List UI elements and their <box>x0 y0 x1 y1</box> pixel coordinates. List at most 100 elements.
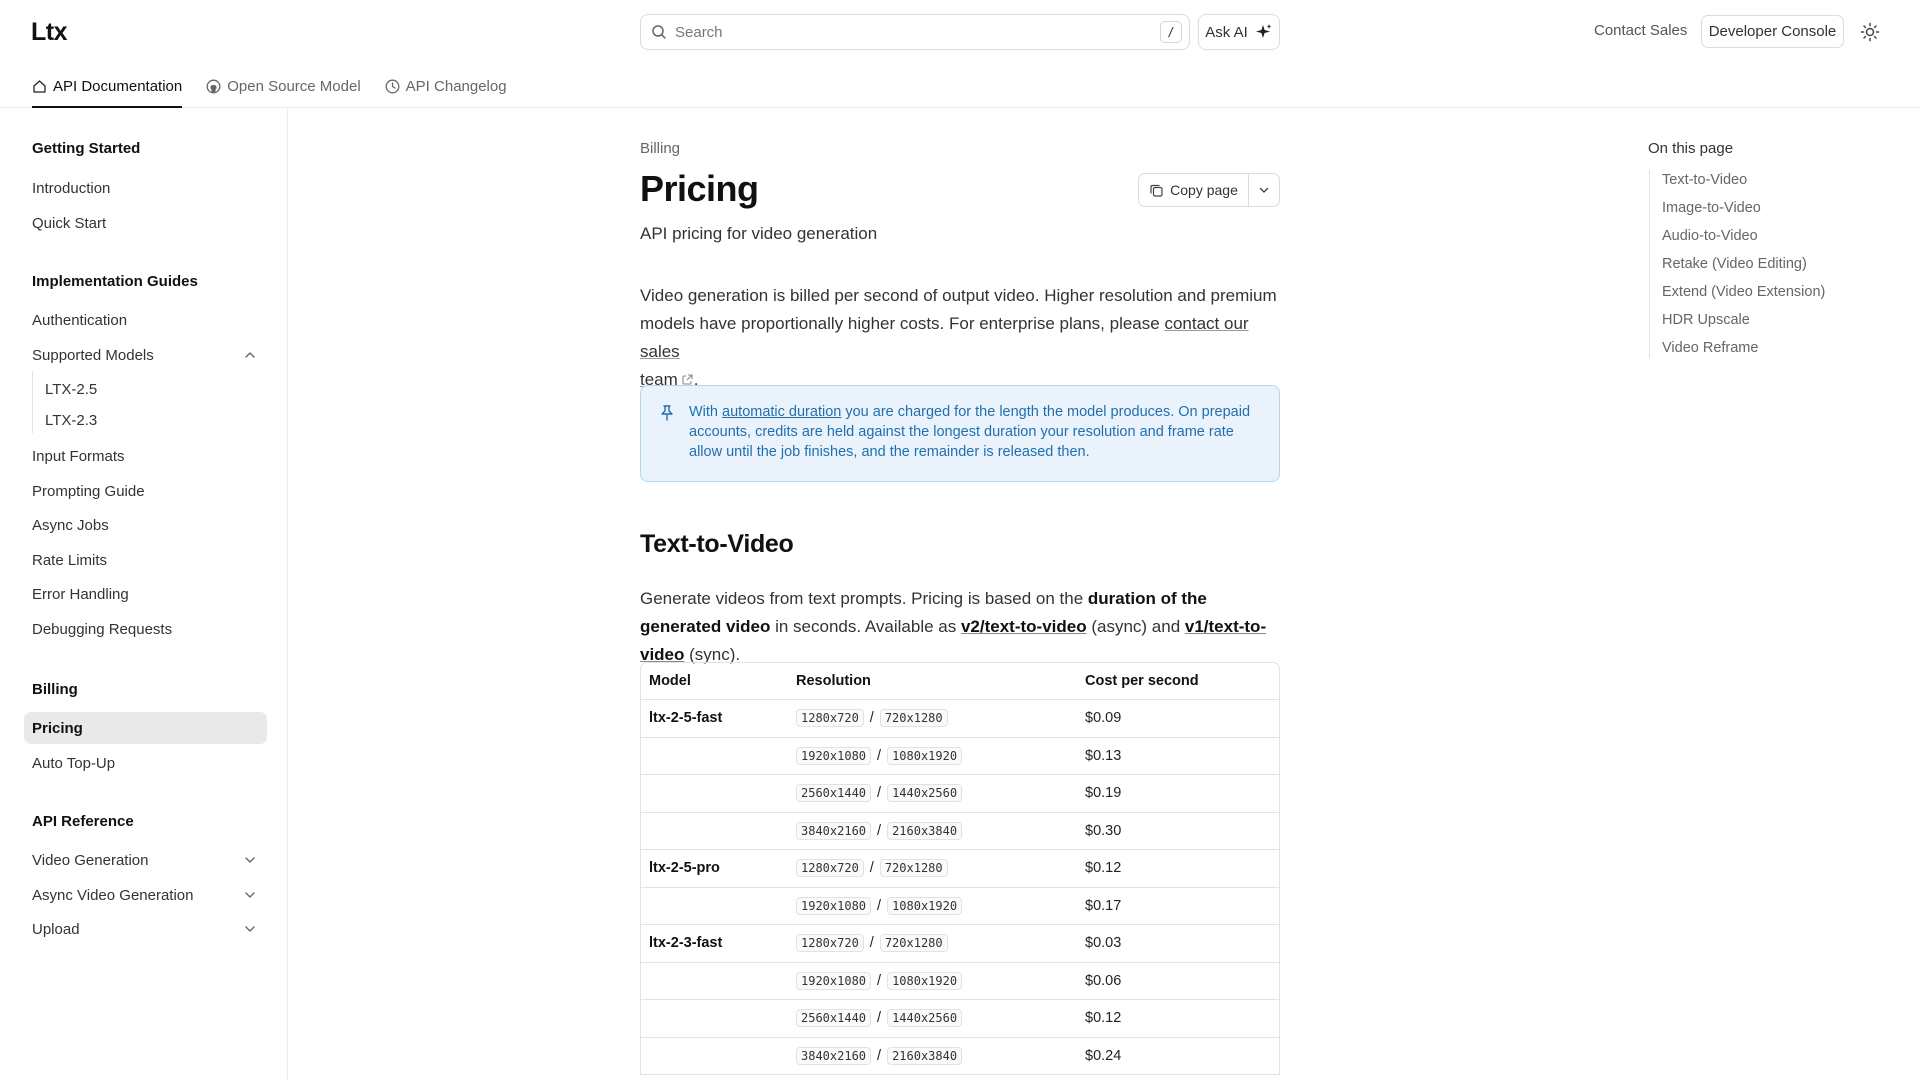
toc-item-retake[interactable]: Retake (Video Editing) <box>1662 256 1807 272</box>
resolution-portrait: 2160x3840 <box>887 821 963 840</box>
sidebar-item-input-formats[interactable]: Input Formats <box>32 446 125 466</box>
search-icon <box>652 25 666 39</box>
toc-item-audio-to-video[interactable]: Audio-to-Video <box>1662 228 1758 244</box>
tab-api-documentation[interactable]: API Documentation <box>32 72 183 108</box>
section-description: Generate videos from text prompts. Prici… <box>640 585 1280 669</box>
toc-item-text-to-video[interactable]: Text-to-Video <box>1662 172 1747 188</box>
cost-cell: $0.03 <box>1085 935 1122 952</box>
resolution-cell: 1280x720 / 720x1280 <box>788 859 1077 878</box>
tab-api-changelog[interactable]: API Changelog <box>385 72 507 108</box>
cost-cell: $0.24 <box>1085 1047 1122 1064</box>
model-cell: ltx-2-5-pro <box>649 860 720 877</box>
cost-cell: $0.09 <box>1085 710 1122 727</box>
resolution-cell: 2560x1440 / 1440x2560 <box>788 1009 1077 1028</box>
resolution-cell: 1920x1080 / 1080x1920 <box>788 896 1077 915</box>
cost-cell: $0.30 <box>1085 822 1122 839</box>
breadcrumb[interactable]: Billing <box>640 140 680 157</box>
toc-item-video-reframe[interactable]: Video Reframe <box>1662 340 1758 356</box>
sidebar-item-introduction[interactable]: Introduction <box>32 178 110 198</box>
sidebar-item-async-video-generation[interactable]: Async Video Generation <box>32 885 194 905</box>
sidebar-item-auto-top-up[interactable]: Auto Top-Up <box>32 753 115 773</box>
toc-item-hdr-upscale[interactable]: HDR Upscale <box>1662 312 1750 328</box>
sidebar-item-rate-limits[interactable]: Rate Limits <box>32 550 107 570</box>
resolution-portrait: 1440x2560 <box>887 1009 963 1028</box>
sidebar-item-debugging-requests[interactable]: Debugging Requests <box>32 619 172 639</box>
section-desc-async: (async) and <box>1086 617 1185 636</box>
toc-item-extend[interactable]: Extend (Video Extension) <box>1662 284 1825 300</box>
sidebar-item-async-jobs[interactable]: Async Jobs <box>32 515 109 535</box>
sun-icon[interactable] <box>1860 22 1880 42</box>
resolution-separator: / <box>877 897 882 914</box>
resolution-portrait: 720x1280 <box>879 934 948 953</box>
toc-title: On this page <box>1648 140 1734 157</box>
top-header: Ltx Search / Ask AI Contact Sales Develo… <box>0 0 1920 108</box>
sparkle-icon <box>1255 24 1272 38</box>
sidebar-item-upload[interactable]: Upload <box>32 919 80 939</box>
chevron-down-icon[interactable] <box>243 853 257 867</box>
intro-paragraph: Video generation is billed per second of… <box>640 282 1280 394</box>
submenu-guide-line <box>32 371 33 433</box>
copy-page-button[interactable]: Copy page <box>1139 174 1249 206</box>
resolution-landscape: 1920x1080 <box>796 971 872 990</box>
endpoint-link-async[interactable]: v2/text-to-video <box>961 617 1087 636</box>
resolution-landscape: 1280x720 <box>796 709 864 728</box>
logo[interactable]: Ltx <box>31 18 68 47</box>
copy-page-group: Copy page <box>1138 173 1280 207</box>
resolution-portrait: 720x1280 <box>879 859 948 878</box>
sidebar-item-ltx-2-5[interactable]: LTX-2.5 <box>45 381 97 398</box>
resolution-portrait: 1440x2560 <box>887 784 963 803</box>
info-callout: With automatic duration you are charged … <box>640 385 1280 482</box>
resolution-separator: / <box>877 1010 882 1027</box>
sidebar-item-authentication[interactable]: Authentication <box>32 310 127 330</box>
sidebar-item-ltx-2-3[interactable]: LTX-2.3 <box>45 412 97 429</box>
resolution-landscape: 2560x1440 <box>796 1009 872 1028</box>
resolution-landscape: 3840x2160 <box>796 821 872 840</box>
table-row: 2560x1440 / 1440x2560 $0.19 <box>641 775 1279 813</box>
tab-label: API Documentation <box>53 77 183 95</box>
toc-item-image-to-video[interactable]: Image-to-Video <box>1662 200 1761 216</box>
sidebar-item-error-handling[interactable]: Error Handling <box>32 584 129 604</box>
chevron-up-icon[interactable] <box>243 348 257 362</box>
github-icon <box>206 79 221 93</box>
resolution-cell: 1920x1080 / 1080x1920 <box>788 971 1077 990</box>
resolution-cell: 1280x720 / 720x1280 <box>788 934 1077 953</box>
chevron-down-icon <box>1259 187 1269 193</box>
sidebar: Getting Started Introduction Quick Start… <box>0 109 288 1080</box>
sidebar-item-video-generation[interactable]: Video Generation <box>32 850 148 870</box>
sidebar-item-supported-models[interactable]: Supported Models <box>32 345 154 365</box>
copy-page-label: Copy page <box>1170 182 1238 198</box>
section-desc-mid: in seconds. Available as <box>770 617 961 636</box>
ask-ai-label: Ask AI <box>1205 23 1248 41</box>
table-row: 1920x1080 / 1080x1920 $0.13 <box>641 738 1279 775</box>
tab-open-source-model[interactable]: Open Source Model <box>206 72 361 108</box>
ask-ai-button[interactable]: Ask AI <box>1198 14 1280 50</box>
sidebar-section-billing: Billing <box>32 681 78 698</box>
model-cell: ltx-2-5-fast <box>649 710 723 727</box>
developer-console-button[interactable]: Developer Console <box>1701 15 1844 48</box>
resolution-separator: / <box>877 822 882 839</box>
section-desc-pre: Generate videos from text prompts. Prici… <box>640 589 1088 608</box>
automatic-duration-link[interactable]: automatic duration <box>722 404 841 420</box>
contact-sales-link[interactable]: Contact Sales <box>1594 22 1687 39</box>
resolution-portrait: 1080x1920 <box>887 971 963 990</box>
column-header-model: Model <box>649 673 691 689</box>
top-tabs: API Documentation Open Source Model API … <box>32 72 507 108</box>
resolution-landscape: 1280x720 <box>796 859 864 878</box>
search-input[interactable]: Search / <box>640 14 1190 50</box>
sidebar-item-prompting-guide[interactable]: Prompting Guide <box>32 481 145 501</box>
sidebar-section-implementation-guides: Implementation Guides <box>32 273 198 290</box>
table-row: ltx-2-5-pro 1280x720 / 720x1280 $0.12 <box>641 850 1279 888</box>
table-row: ltx-2-5-fast 1280x720 / 720x1280 $0.09 <box>641 700 1279 738</box>
resolution-separator: / <box>877 1047 882 1064</box>
resolution-separator: / <box>877 972 882 989</box>
column-header-cost: Cost per second <box>1085 673 1199 689</box>
table-body: ltx-2-5-fast 1280x720 / 720x1280 $0.09 1920x1… <box>641 700 1279 1075</box>
sidebar-item-quick-start[interactable]: Quick Start <box>32 213 106 233</box>
resolution-separator: / <box>869 860 874 877</box>
chevron-down-icon[interactable] <box>243 888 257 902</box>
chevron-down-icon[interactable] <box>243 922 257 936</box>
copy-page-dropdown[interactable] <box>1249 174 1279 206</box>
sidebar-item-pricing[interactable]: Pricing <box>24 712 267 744</box>
resolution-landscape: 1920x1080 <box>796 896 872 915</box>
resolution-landscape: 3840x2160 <box>796 1046 872 1065</box>
